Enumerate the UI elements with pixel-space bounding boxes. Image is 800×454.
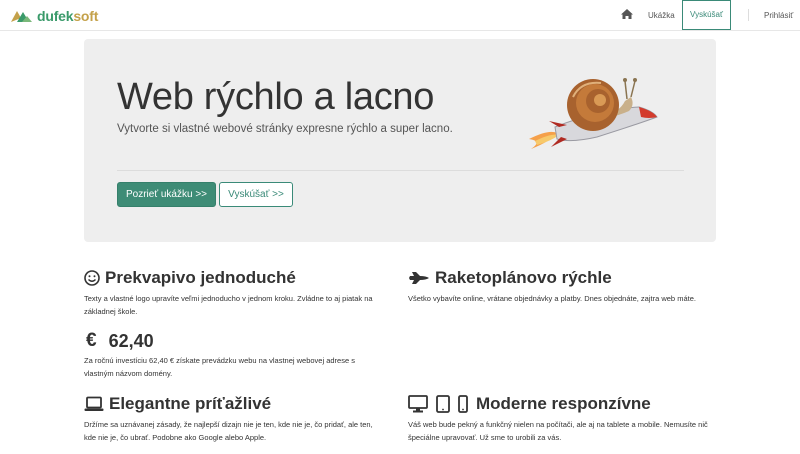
dufeksoft-logo-icon	[11, 11, 32, 22]
laptop-icon	[84, 396, 104, 411]
view-demo-button[interactable]: Pozrieť ukážku >>	[117, 182, 216, 207]
feature-text-elegant: Držíme sa uznávanej zásady, že najlepší …	[84, 420, 373, 442]
price-value: 62,40	[108, 330, 154, 351]
price-text: Za ročnú investíciu 62,40 € získate prev…	[84, 356, 355, 378]
desktop-icon	[408, 395, 428, 413]
hero-subtitle: Vytvorte si vlastné webové stránky expre…	[117, 123, 453, 135]
tablet-icon	[436, 395, 450, 413]
price-title: € 62,40	[86, 330, 154, 352]
nav-link-demo[interactable]: Ukážka	[648, 0, 675, 31]
try-button[interactable]: Vyskúšať >>	[219, 182, 293, 207]
smile-icon	[84, 270, 100, 286]
devices-icon	[408, 395, 468, 413]
nav-link-try[interactable]: Vyskúšať	[682, 0, 731, 30]
space-shuttle-icon	[409, 272, 429, 284]
home-icon[interactable]	[620, 7, 634, 21]
snail-rocket-illustration	[529, 78, 658, 149]
mobile-icon	[458, 395, 468, 413]
hero-jumbotron: Web rýchlo a lacno Vytvorte si vlastné w…	[84, 39, 716, 242]
feature-title-simple-label: Prekvapivo jednoduché	[105, 268, 296, 287]
feature-text-simple: Texty a vlastné logo upravíte veľmi jedn…	[84, 294, 373, 316]
feature-title-fast-label: Raketoplánovo rýchle	[435, 268, 612, 287]
feature-title-responsive: Moderne responzívne	[408, 394, 651, 414]
hero-title: Web rýchlo a lacno	[117, 76, 435, 118]
feature-text-fast: Všetko vybavíte online, vrátane objednáv…	[408, 294, 696, 303]
feature-title-elegant: Elegantne príťažlivé	[84, 394, 271, 414]
brand-name: dufeksoft	[37, 8, 99, 24]
feature-title-fast: Raketoplánovo rýchle	[408, 268, 612, 288]
hero-divider	[117, 170, 684, 171]
nav-divider	[748, 9, 749, 21]
brand-logo[interactable]: dufeksoft	[9, 6, 98, 26]
euro-icon: €	[86, 330, 97, 351]
feature-title-simple: Prekvapivo jednoduché	[84, 268, 296, 288]
feature-title-elegant-label: Elegantne príťažlivé	[109, 394, 272, 413]
navbar: dufeksoft Ukážka Vyskúšať Prihlásiť	[0, 0, 800, 31]
feature-text-responsive: Váš web bude pekný a funkčný nielen na p…	[408, 420, 708, 442]
nav-link-login[interactable]: Prihlásiť	[764, 0, 793, 31]
feature-title-responsive-label: Moderne responzívne	[476, 394, 651, 413]
